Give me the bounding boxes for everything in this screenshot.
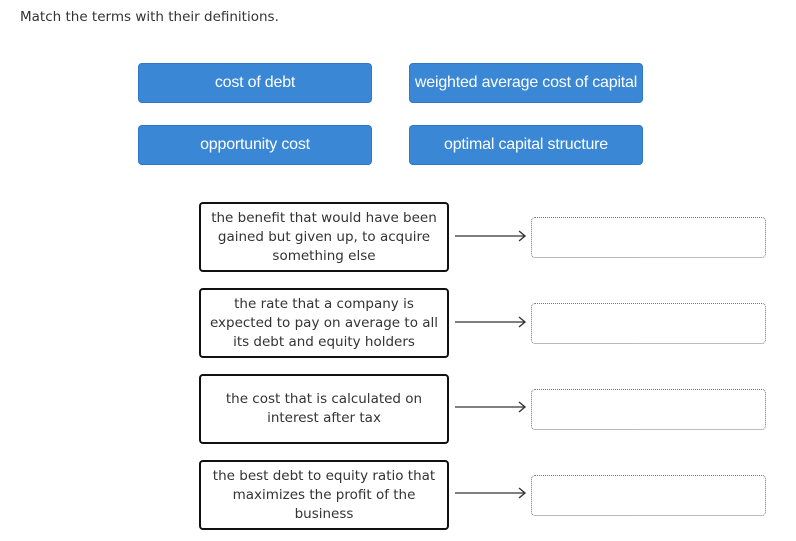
term-opportunity-cost[interactable]: opportunity cost bbox=[138, 125, 372, 165]
arrow-icon bbox=[455, 487, 527, 499]
term-weighted-average-cost-of-capital[interactable]: weighted average cost of capital bbox=[409, 63, 643, 103]
drop-target-4[interactable] bbox=[531, 475, 766, 516]
term-optimal-capital-structure[interactable]: optimal capital structure bbox=[409, 125, 643, 165]
drop-target-1[interactable] bbox=[531, 217, 766, 258]
arrow-icon bbox=[455, 230, 527, 242]
drop-target-3[interactable] bbox=[531, 389, 766, 430]
drop-target-2[interactable] bbox=[531, 303, 766, 344]
definition-4: the best debt to equity ratio that maxim… bbox=[199, 460, 449, 530]
term-cost-of-debt[interactable]: cost of debt bbox=[138, 63, 372, 103]
instruction-text: Match the terms with their definitions. bbox=[20, 9, 279, 25]
definition-2: the rate that a company is expected to p… bbox=[199, 288, 449, 358]
definition-3: the cost that is calculated on interest … bbox=[199, 374, 449, 444]
arrow-icon bbox=[455, 316, 527, 328]
arrow-icon bbox=[455, 401, 527, 413]
definition-1: the benefit that would have been gained … bbox=[199, 202, 449, 272]
